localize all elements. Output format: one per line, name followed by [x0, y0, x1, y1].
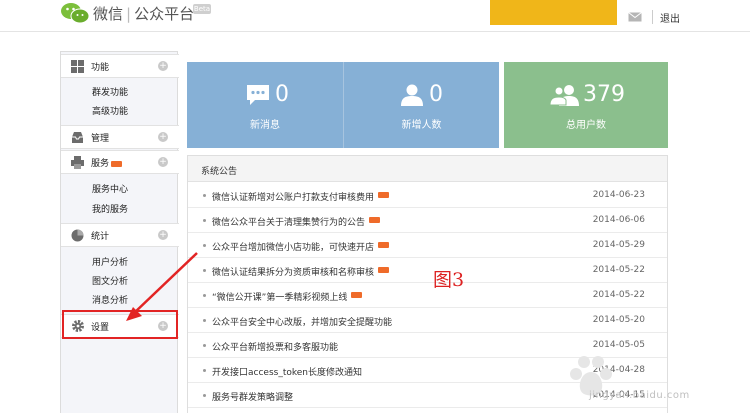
announcement-title[interactable]: 微信认证新增对公账户打款支付审核费用	[212, 190, 374, 203]
announcement-row[interactable]: “微信公开课”第一季精彩视频上线 2014-05-22	[188, 283, 667, 308]
announcement-title[interactable]: 微信公众平台关于清理集赞行为的公告	[212, 215, 365, 228]
bullet-icon	[203, 319, 206, 322]
printer-icon	[71, 156, 84, 169]
service-label: 服务	[91, 159, 110, 169]
mail-icon[interactable]	[628, 12, 642, 22]
new-badge	[378, 242, 389, 248]
sidebar-item-service-center[interactable]: 服务中心	[92, 182, 128, 195]
baidu-watermark-logo	[570, 356, 612, 396]
sidebar-item-article-analysis[interactable]: 图文分析	[92, 274, 128, 287]
announcement-row[interactable]: 公众平台安全中心改版，并增加安全提醒功能 2014-05-20	[188, 308, 667, 333]
users-icon	[550, 85, 579, 106]
bullet-icon	[203, 219, 206, 222]
sidebar-item-mass-send[interactable]: 群发功能	[92, 85, 128, 98]
grid-icon	[71, 60, 84, 73]
sidebar: 功能 + 群发功能 高级功能 管理 + 服务 + 服务中心 我的服务 统计 + …	[60, 51, 179, 413]
announcement-row[interactable]: 微信认证结果拆分为资质审核和名称审核 2014-05-22	[188, 258, 667, 283]
announcement-date: 2014-06-06	[592, 215, 645, 225]
sidebar-item-my-services[interactable]: 我的服务	[92, 202, 128, 215]
beta-badge: Beta	[193, 4, 211, 14]
sidebar-item-advanced[interactable]: 高级功能	[92, 104, 128, 117]
expand-icon[interactable]: +	[158, 61, 168, 71]
announcement-title[interactable]: 公众平台安全中心改版，并增加安全提醒功能	[212, 315, 392, 328]
product-name: 公众平台	[134, 5, 195, 23]
pie-chart-icon	[71, 229, 84, 242]
announcement-title[interactable]: 服务号群发策略调整	[212, 390, 293, 403]
top-header: 微信 | 公众平台 Beta 退出	[0, 0, 750, 32]
sidebar-group-label: 服务	[91, 156, 123, 169]
sidebar-item-message-analysis[interactable]: 消息分析	[92, 293, 128, 306]
bullet-icon	[203, 369, 206, 372]
announcement-row[interactable]: 微信认证新增对公账户打款支付审核费用 2014-06-23	[188, 183, 667, 208]
stat-new-followers[interactable]: 0 新增人数	[344, 62, 499, 148]
stats-panel: 0 新消息 0 新增人数	[187, 62, 499, 148]
sidebar-item-user-analysis[interactable]: 用户分析	[92, 255, 128, 268]
bullet-icon	[203, 244, 206, 247]
stat-total-users[interactable]: 379 总用户数	[504, 62, 668, 148]
announcement-date: 2014-05-22	[592, 290, 645, 300]
announcement-row[interactable]: 微信公众平台关于清理集赞行为的公告 2014-06-06	[188, 208, 667, 233]
bullet-icon	[203, 194, 206, 197]
expand-icon[interactable]: +	[158, 230, 168, 240]
sidebar-group-service[interactable]: 服务 +	[61, 150, 179, 174]
new-badge	[378, 267, 389, 273]
user-icon	[401, 84, 423, 106]
wechat-logo-icon	[61, 3, 90, 24]
announcement-date: 2014-05-29	[592, 240, 645, 250]
account-banner[interactable]	[490, 0, 617, 25]
bullet-icon	[203, 344, 206, 347]
announcement-date: 2014-06-23	[592, 190, 645, 200]
new-badge	[351, 292, 362, 298]
expand-icon[interactable]: +	[158, 132, 168, 142]
stat-value: 379	[583, 82, 625, 107]
sidebar-group-label: 功能	[91, 63, 110, 73]
watermark-site-text: jingyan.baidu.com	[589, 390, 690, 401]
announcement-date: 2014-05-05	[592, 340, 645, 350]
logout-link[interactable]: 退出	[660, 10, 680, 25]
announcement-date: 2014-05-22	[592, 265, 645, 275]
stat-label: 总用户数	[566, 120, 606, 131]
sidebar-group-features[interactable]: 功能 +	[61, 54, 179, 78]
announcement-title[interactable]: 开发接口access_token长度修改通知	[212, 365, 362, 378]
new-badge	[111, 160, 123, 167]
stat-value: 0	[429, 82, 443, 107]
settings-highlight-box	[62, 310, 178, 339]
inbox-icon	[72, 132, 83, 143]
platform-title[interactable]: 微信 | 公众平台	[93, 3, 194, 24]
stat-label: 新增人数	[401, 120, 442, 131]
title-separator: |	[126, 5, 132, 23]
header-divider	[652, 10, 653, 24]
announcement-title[interactable]: 公众平台新增投票和多客服功能	[212, 340, 338, 353]
chat-bubble-icon	[247, 85, 269, 105]
stat-new-messages[interactable]: 0 新消息	[187, 62, 343, 148]
sidebar-group-manage[interactable]: 管理 +	[61, 125, 179, 149]
announcement-title[interactable]: 公众平台增加微信小店功能，可快速开店	[212, 240, 374, 253]
new-badge	[369, 217, 380, 223]
announcement-date: 2014-05-20	[592, 315, 645, 325]
stat-label: 新消息	[250, 120, 280, 131]
bullet-icon	[203, 269, 206, 272]
announcement-title[interactable]: “微信公开课”第一季精彩视频上线	[212, 290, 347, 303]
stat-value: 0	[275, 82, 289, 107]
announcements-title: 系统公告	[201, 167, 238, 177]
sidebar-group-statistics[interactable]: 统计 +	[61, 223, 179, 247]
announcements-header: 系统公告	[188, 156, 667, 182]
bullet-icon	[203, 394, 206, 397]
sidebar-group-label: 统计	[91, 232, 110, 242]
brand-name: 微信	[93, 5, 124, 23]
bullet-icon	[203, 294, 206, 297]
expand-icon[interactable]: +	[158, 157, 168, 167]
announcement-title[interactable]: 微信认证结果拆分为资质审核和名称审核	[212, 265, 374, 278]
announcement-row[interactable]: 公众平台增加微信小店功能，可快速开店 2014-05-29	[188, 233, 667, 258]
new-badge	[378, 192, 389, 198]
figure-label: 图3	[433, 269, 465, 291]
sidebar-group-label: 管理	[91, 134, 110, 144]
